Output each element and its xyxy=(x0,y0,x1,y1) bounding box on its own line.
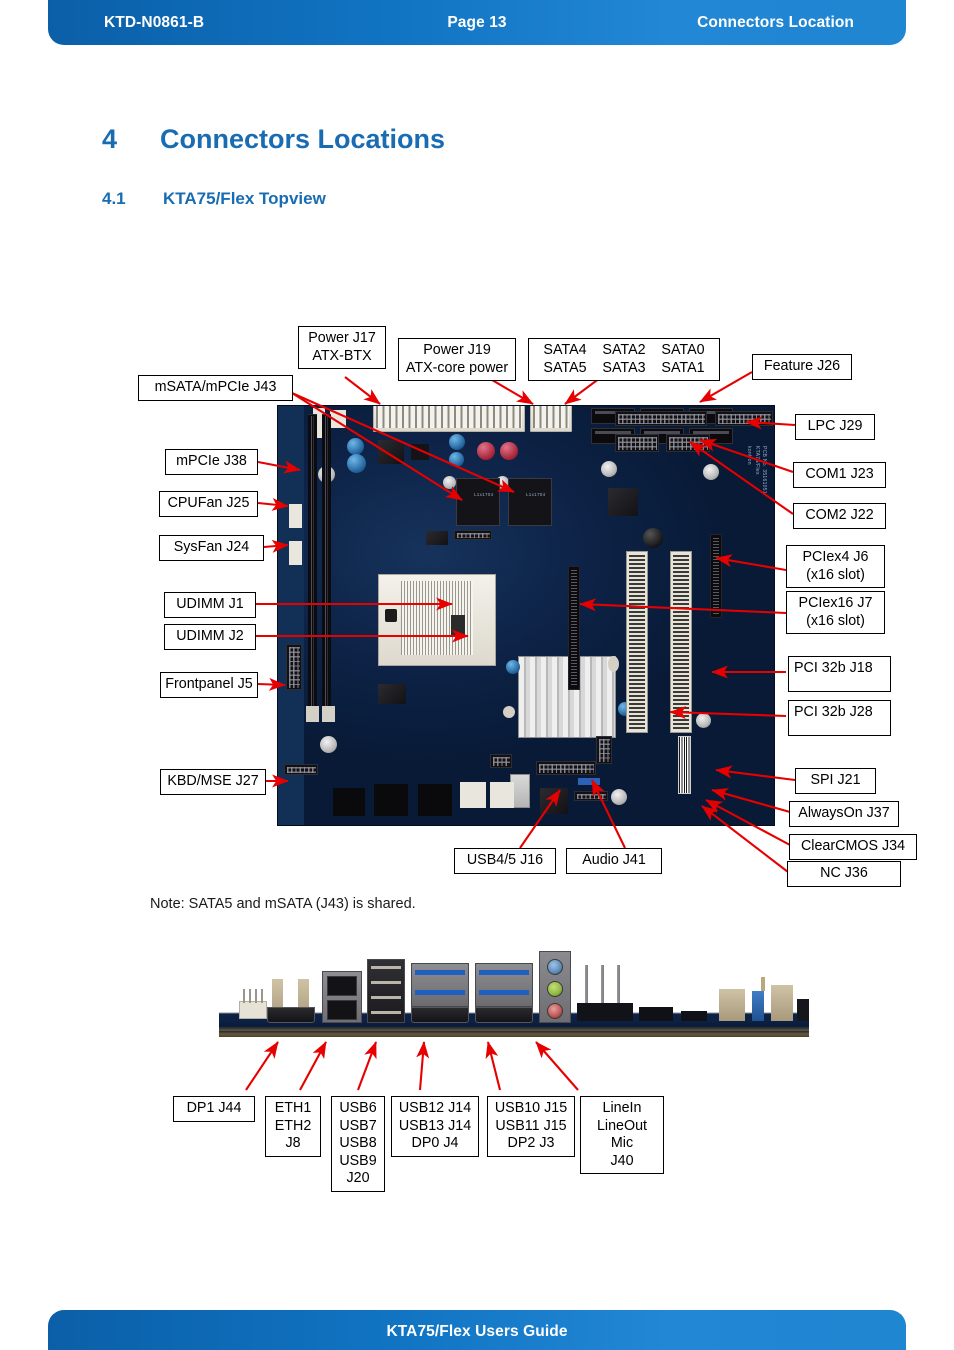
label-kbd-mse-j27: KBD/MSE J27 xyxy=(160,769,266,795)
label-usb12-j14: USB12 J14 USB13 J14 DP0 J4 xyxy=(391,1096,479,1157)
document-page: KTD-N0861-B Page 13 Connectors Location … xyxy=(0,0,954,1350)
label-com2-j22: COM2 J22 xyxy=(793,503,886,529)
label-usb45-j16: USB4/5 J16 xyxy=(454,848,556,874)
label-spi-j21: SPI J21 xyxy=(795,768,876,794)
label-sysfan-j24: SysFan J24 xyxy=(159,535,264,561)
label-power-j17: Power J17 ATX-BTX xyxy=(298,326,386,369)
label-dp1-j44: DP1 J44 xyxy=(173,1096,255,1122)
label-sata-block: SATA4 SATA2 SATA0 SATA5 SATA3 SATA1 xyxy=(528,338,720,381)
label-usb10-j15: USB10 J15 USB11 J15 DP2 J3 xyxy=(487,1096,575,1157)
label-udimm-j2: UDIMM J2 xyxy=(164,624,256,650)
label-pciex16-j7: PCIex16 J7 (x16 slot) xyxy=(786,591,885,634)
label-cpufan-j25: CPUFan J25 xyxy=(159,491,258,517)
label-audio-j40: LineIn LineOut Mic J40 xyxy=(580,1096,664,1174)
label-clearcmos-j34: ClearCMOS J34 xyxy=(789,834,917,860)
label-frontpanel-j5: Frontpanel J5 xyxy=(160,672,258,698)
label-usb-j20: USB6 USB7 USB8 USB9 J20 xyxy=(331,1096,385,1192)
label-pciex4-j6: PCIex4 J6 (x16 slot) xyxy=(786,545,885,588)
label-feature-j26: Feature J26 xyxy=(752,354,852,380)
label-power-j19: Power J19 ATX-core power xyxy=(398,338,516,381)
label-udimm-j1: UDIMM J1 xyxy=(164,592,256,618)
label-audio-j41: Audio J41 xyxy=(566,848,662,874)
label-pci32b-j18: PCI 32b J18 xyxy=(788,656,891,692)
label-mpcie-j38: mPCIe J38 xyxy=(165,449,258,475)
label-msata-mpcie-j43: mSATA/mPCIe J43 xyxy=(138,375,293,401)
label-lpc-j29: LPC J29 xyxy=(795,414,875,440)
label-alwayson-j37: AlwaysOn J37 xyxy=(789,801,899,827)
label-com1-j23: COM1 J23 xyxy=(793,462,886,488)
label-nc-j36: NC J36 xyxy=(787,861,901,887)
label-pci32b-j28: PCI 32b J28 xyxy=(788,700,891,736)
label-eth-j8: ETH1 ETH2 J8 xyxy=(265,1096,321,1157)
